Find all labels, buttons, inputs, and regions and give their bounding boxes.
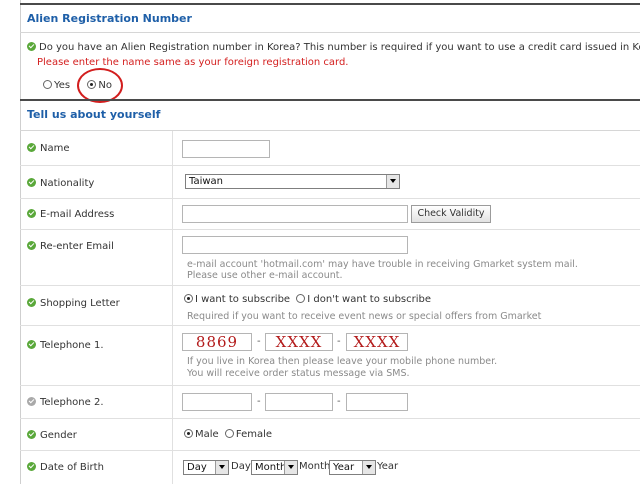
gender-female-option[interactable]: Female <box>224 428 275 440</box>
alien-question-text: Do you have an Alien Registration number… <box>39 42 640 53</box>
name-label: Name <box>40 143 70 154</box>
row-telephone-1: Telephone 1. 8869 - XXXX - XXXX If you l… <box>20 326 640 386</box>
telephone-2-separator: - <box>337 396 341 407</box>
dob-month-suffix: Month <box>299 461 331 472</box>
alien-question: Do you have an Alien Registration number… <box>27 41 640 53</box>
telephone-2-part-3[interactable] <box>346 393 408 411</box>
unsubscribe-label: I don't want to subscribe <box>307 294 432 305</box>
unsubscribe-option[interactable]: I don't want to subscribe <box>296 293 434 305</box>
check-icon <box>27 240 36 250</box>
about-section-title: Tell us about yourself <box>27 108 161 121</box>
alien-option-yes-label: Yes <box>54 80 71 91</box>
row-name: Name <box>20 131 640 166</box>
telephone-1-part-1[interactable]: 8869 <box>182 333 252 351</box>
email-input[interactable] <box>182 205 408 223</box>
shopping-letter-options: I want to subscribe I don't want to subs… <box>184 293 434 305</box>
telephone-2-label: Telephone 2. <box>40 397 104 408</box>
radio-selected-icon[interactable] <box>184 428 193 438</box>
dob-year-value: Year <box>333 462 355 473</box>
check-icon <box>27 177 36 187</box>
check-icon <box>27 461 36 471</box>
telephone-2-part-1[interactable] <box>182 393 252 411</box>
dob-label: Date of Birth <box>40 462 104 473</box>
chevron-down-icon[interactable] <box>386 175 399 188</box>
reemail-label: Re-enter Email <box>40 241 114 252</box>
telephone-1-separator: - <box>257 336 261 347</box>
nationality-label: Nationality <box>40 178 95 189</box>
dob-year-suffix: Year <box>377 461 399 472</box>
email-label: E-mail Address <box>40 209 115 220</box>
radio-icon[interactable] <box>296 293 306 303</box>
radio-selected-icon[interactable] <box>184 293 193 303</box>
nationality-select[interactable]: Taiwan <box>185 174 400 189</box>
chevron-down-icon[interactable] <box>362 461 375 474</box>
dob-year-select[interactable]: Year <box>329 460 376 475</box>
alien-option-yes[interactable]: Yes <box>41 79 71 91</box>
section-divider <box>20 99 640 101</box>
telephone-2-part-2[interactable] <box>265 393 333 411</box>
row-reemail: Re-enter Email e-mail account 'hotmail.c… <box>20 230 640 286</box>
subscribe-option[interactable]: I want to subscribe <box>184 293 293 305</box>
dob-month-value: Month <box>255 462 287 473</box>
check-validity-button[interactable]: Check Validity <box>411 205 491 223</box>
check-icon <box>27 339 36 349</box>
check-icon <box>27 396 36 406</box>
alien-warning: Please enter the name same as your forei… <box>37 57 349 68</box>
form-table: Name Nationality Taiwan E-mail Address C… <box>20 130 640 484</box>
telephone-1-label: Telephone 1. <box>40 340 104 351</box>
chevron-down-icon[interactable] <box>215 461 228 474</box>
row-gender: Gender Male Female <box>20 419 640 451</box>
radio-icon[interactable] <box>224 428 234 438</box>
telephone-1-help-1: If you live in Korea then please leave y… <box>187 356 498 367</box>
alien-section-title: Alien Registration Number <box>27 12 192 25</box>
nationality-value: Taiwan <box>189 176 224 187</box>
check-icon <box>27 429 36 439</box>
telephone-1-part-3[interactable]: XXXX <box>346 333 408 351</box>
subscribe-label: I want to subscribe <box>195 294 291 305</box>
annotation-circle <box>77 68 123 103</box>
dob-day-select[interactable]: Day <box>183 460 229 475</box>
dob-month-select[interactable]: Month <box>251 460 298 475</box>
row-nationality: Nationality Taiwan <box>20 166 640 199</box>
gender-options: Male Female <box>184 428 275 440</box>
row-shopping-letter: Shopping Letter I want to subscribe I do… <box>20 286 640 326</box>
telephone-2-separator: - <box>257 396 261 407</box>
name-input[interactable] <box>182 140 270 158</box>
chevron-down-icon[interactable] <box>284 461 297 474</box>
radio-icon[interactable] <box>43 79 52 89</box>
check-icon <box>27 142 36 152</box>
alien-title-divider <box>20 32 640 33</box>
dob-day-value: Day <box>187 462 207 473</box>
telephone-1-help-2: You will receive order status message vi… <box>187 368 410 379</box>
gender-male-option[interactable]: Male <box>184 428 222 440</box>
row-email: E-mail Address Check Validity <box>20 199 640 230</box>
check-icon <box>27 41 36 51</box>
gender-male-label: Male <box>195 429 219 440</box>
row-dob: Date of Birth Day Day Month Month Year Y… <box>20 451 640 484</box>
reemail-input[interactable] <box>182 236 408 254</box>
reemail-help-2: Please use other e-mail account. <box>187 270 343 281</box>
check-icon <box>27 297 36 307</box>
gender-label: Gender <box>40 430 77 441</box>
gender-female-label: Female <box>235 429 273 440</box>
telephone-1-separator: - <box>337 336 341 347</box>
shopping-letter-help: Required if you want to receive event ne… <box>187 311 542 322</box>
dob-day-suffix: Day <box>231 461 251 472</box>
row-telephone-2: Telephone 2. - - <box>20 386 640 419</box>
shopping-letter-label: Shopping Letter <box>40 298 120 309</box>
top-border <box>20 3 640 5</box>
check-icon <box>27 208 36 218</box>
telephone-1-part-2[interactable]: XXXX <box>265 333 333 351</box>
